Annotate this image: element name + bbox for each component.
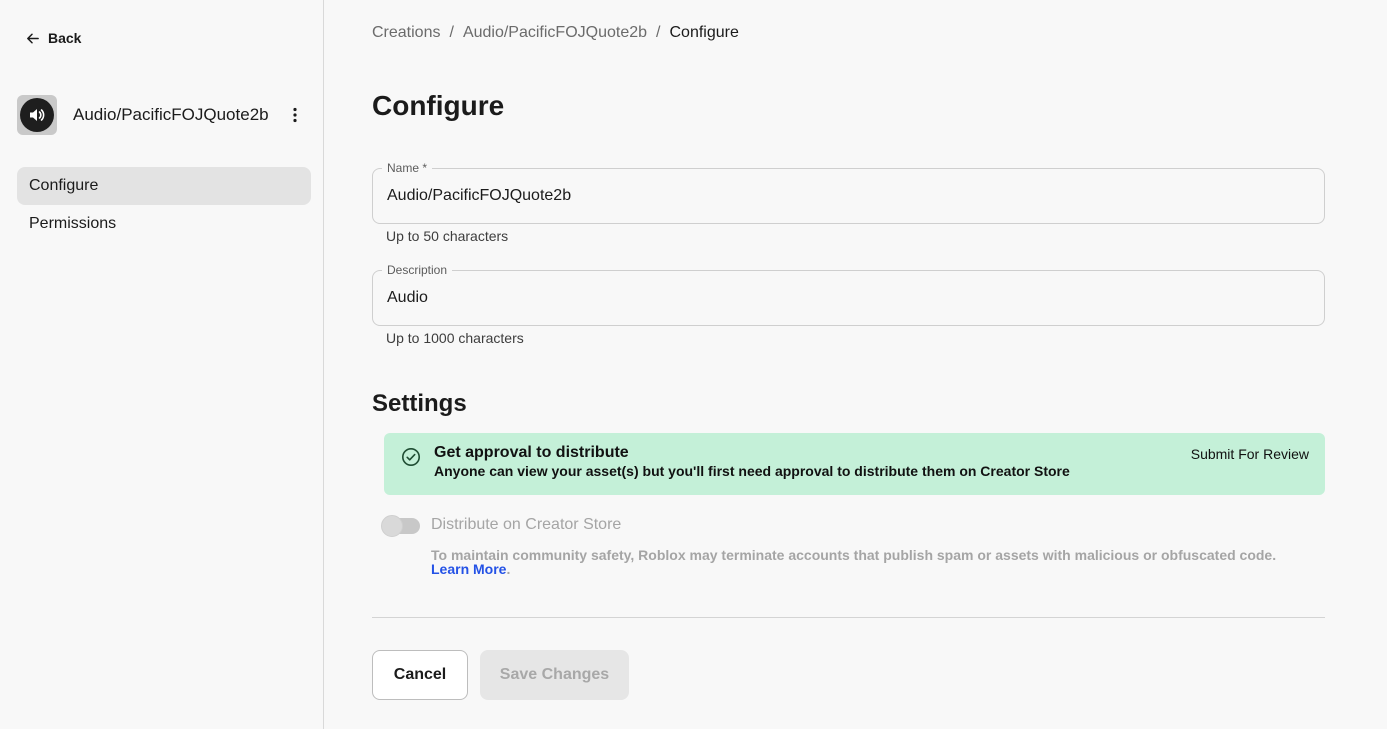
breadcrumb: Creations / Audio/PacificFOJQuote2b / Co… <box>372 22 739 44</box>
sidebar-item-label: Configure <box>29 177 99 194</box>
approval-banner: Get approval to distribute Anyone can vi… <box>384 433 1325 495</box>
sidebar-nav: Configure Permissions <box>17 167 311 243</box>
distribute-toggle[interactable] <box>381 515 420 537</box>
banner-title: Get approval to distribute <box>434 444 629 461</box>
arrow-left-icon <box>27 33 39 43</box>
save-changes-button[interactable]: Save Changes <box>480 650 629 700</box>
settings-title: Settings <box>372 390 467 417</box>
page-title: Configure <box>372 90 505 121</box>
distribute-description: To maintain community safety, Roblox may… <box>431 548 1311 576</box>
breadcrumb-creations[interactable]: Creations <box>372 24 440 42</box>
speaker-icon <box>30 109 45 121</box>
main-content: Creations / Audio/PacificFOJQuote2b / Co… <box>372 0 1325 729</box>
sidebar-item-label: Permissions <box>29 215 117 232</box>
description-field: Description <box>372 262 1325 326</box>
app-root: Back Audio/PacificFOJQuote2b Configure P… <box>0 0 1387 729</box>
breadcrumb-asset[interactable]: Audio/PacificFOJQuote2b <box>463 24 647 42</box>
asset-name: Audio/PacificFOJQuote2b <box>73 105 269 124</box>
divider <box>372 617 1325 618</box>
asset-thumbnail <box>17 95 57 135</box>
name-field: Name * <box>372 160 1325 224</box>
breadcrumb-separator: / <box>656 24 661 41</box>
back-label: Back <box>48 30 82 46</box>
description-input[interactable] <box>387 271 1307 325</box>
kebab-menu-icon <box>293 107 297 123</box>
sidebar: Back Audio/PacificFOJQuote2b Configure P… <box>0 0 324 729</box>
name-input[interactable] <box>387 169 1307 223</box>
distribute-description-text: To maintain community safety, Roblox may… <box>431 547 1277 563</box>
sidebar-item-configure[interactable]: Configure <box>17 167 311 205</box>
description-period: . <box>506 561 511 577</box>
name-helper-text: Up to 50 characters <box>386 228 509 244</box>
cancel-button[interactable]: Cancel <box>372 650 468 700</box>
back-button[interactable]: Back <box>25 28 81 48</box>
sidebar-item-permissions[interactable]: Permissions <box>17 205 311 243</box>
more-options-button[interactable] <box>283 103 307 127</box>
learn-more-link[interactable]: Learn More <box>431 561 506 577</box>
submit-for-review-button[interactable]: Submit For Review <box>1191 446 1309 462</box>
banner-text: Anyone can view your asset(s) but you'll… <box>434 463 1070 479</box>
description-helper-text: Up to 1000 characters <box>386 330 524 346</box>
check-circle-icon <box>402 448 420 466</box>
asset-header: Audio/PacificFOJQuote2b <box>17 95 307 135</box>
breadcrumb-separator: / <box>449 24 454 41</box>
breadcrumb-current: Configure <box>669 24 739 41</box>
distribute-label: Distribute on Creator Store <box>431 516 622 533</box>
toggle-knob <box>381 515 403 537</box>
